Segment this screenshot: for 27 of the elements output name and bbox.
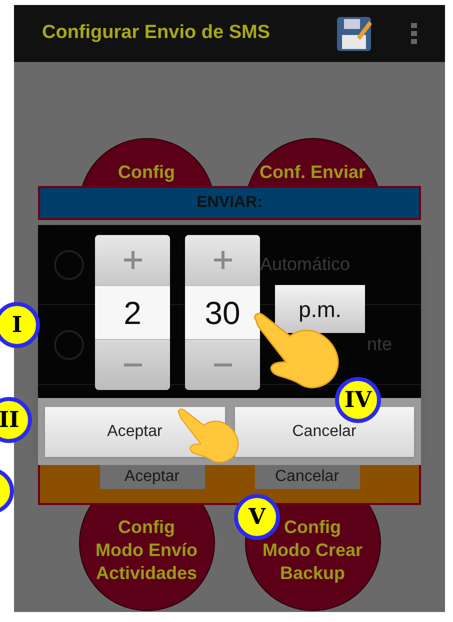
round-menu-button[interactable]: Config Modo Envío Actividades: [78, 505, 214, 611]
minus-icon[interactable]: [212, 362, 232, 368]
plus-icon[interactable]: [122, 250, 142, 270]
radio-button[interactable]: [54, 250, 84, 280]
panel-button[interactable]: Cancelar: [254, 465, 360, 489]
button-label: Config: [284, 516, 341, 539]
more-options-icon[interactable]: [411, 22, 417, 44]
button-label: Conf. Enviar: [259, 161, 366, 184]
minute-value: 30: [204, 294, 240, 332]
radio-button[interactable]: [54, 330, 84, 360]
app-title: Configurar Envio de SMS: [42, 21, 272, 46]
floppy-disk-pencil-icon[interactable]: [335, 14, 373, 52]
section-header-text: ENVIAR:: [196, 193, 262, 213]
dialog-button[interactable]: Cancelar: [234, 406, 414, 456]
button-label: Config: [118, 161, 175, 184]
panel-button[interactable]: Aceptar: [100, 465, 204, 489]
button-label: Modo Crear: [262, 539, 362, 562]
number-spinner[interactable]: 2: [95, 235, 170, 390]
button-label: Backup: [280, 562, 346, 585]
number-spinner[interactable]: 30: [185, 235, 260, 390]
am-pm-button[interactable]: p.m.: [275, 285, 365, 333]
button-label: Config: [118, 516, 175, 539]
button-label: Modo Envío: [96, 539, 198, 562]
button-label: Actividades: [96, 562, 198, 585]
minus-icon[interactable]: [122, 362, 142, 368]
hour-value: 2: [124, 294, 142, 332]
plus-icon[interactable]: [212, 250, 232, 270]
